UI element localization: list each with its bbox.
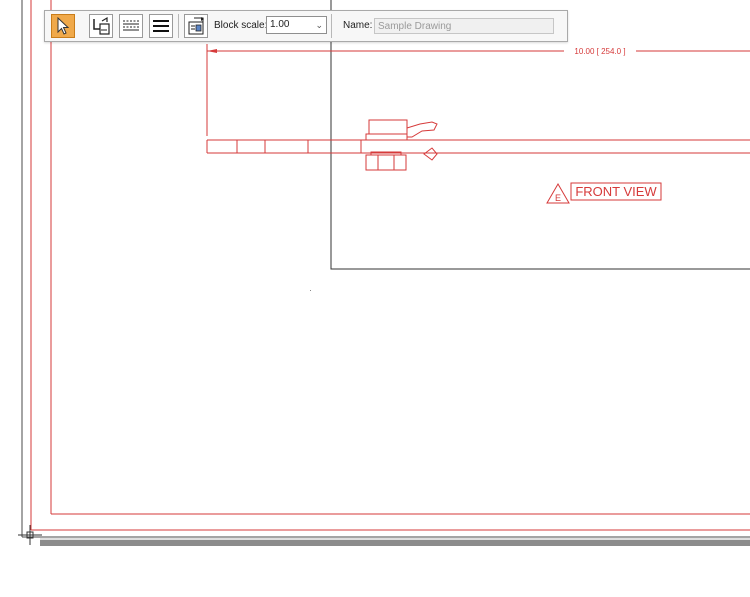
dashed-lines-button[interactable] (119, 14, 143, 38)
block-scale-value: 1.00 (270, 19, 290, 30)
solid-lines-icon (153, 20, 169, 32)
block-properties-icon (188, 17, 204, 35)
arrow-cursor-icon (57, 17, 70, 35)
view-marker-letter: E (555, 193, 561, 203)
stray-point (310, 290, 311, 291)
view-title[interactable]: FRONT VIEW (575, 184, 657, 199)
block-scale-select[interactable]: 1.00 ⌄ (266, 16, 327, 34)
solid-lines-button[interactable] (149, 14, 173, 38)
block-toolbar: Block scale: 1.00 ⌄ Name: (44, 10, 568, 42)
clamp-part[interactable] (365, 119, 438, 171)
select-tool-button[interactable] (51, 14, 75, 38)
block-scale-label: Block scale: (214, 20, 268, 31)
toolbar-separator (178, 14, 179, 38)
name-label: Name: (343, 20, 373, 31)
overall-dimension[interactable] (206, 44, 750, 136)
chevron-down-icon: ⌄ (315, 20, 323, 30)
drawing-canvas[interactable]: 10.00 [ 254.0 ] E FRONT VIEW (0, 0, 750, 597)
block-properties-button[interactable] (184, 14, 208, 38)
insert-block-icon (93, 16, 110, 35)
dimension-text: 10.00 [ 254.0 ] (574, 47, 625, 56)
name-field[interactable] (374, 18, 554, 34)
toolbar-separator (331, 14, 332, 38)
dashed-lines-icon (123, 20, 139, 31)
rail-part[interactable] (206, 139, 750, 154)
insert-block-button[interactable] (89, 14, 113, 38)
sheet-shadow (40, 540, 750, 546)
